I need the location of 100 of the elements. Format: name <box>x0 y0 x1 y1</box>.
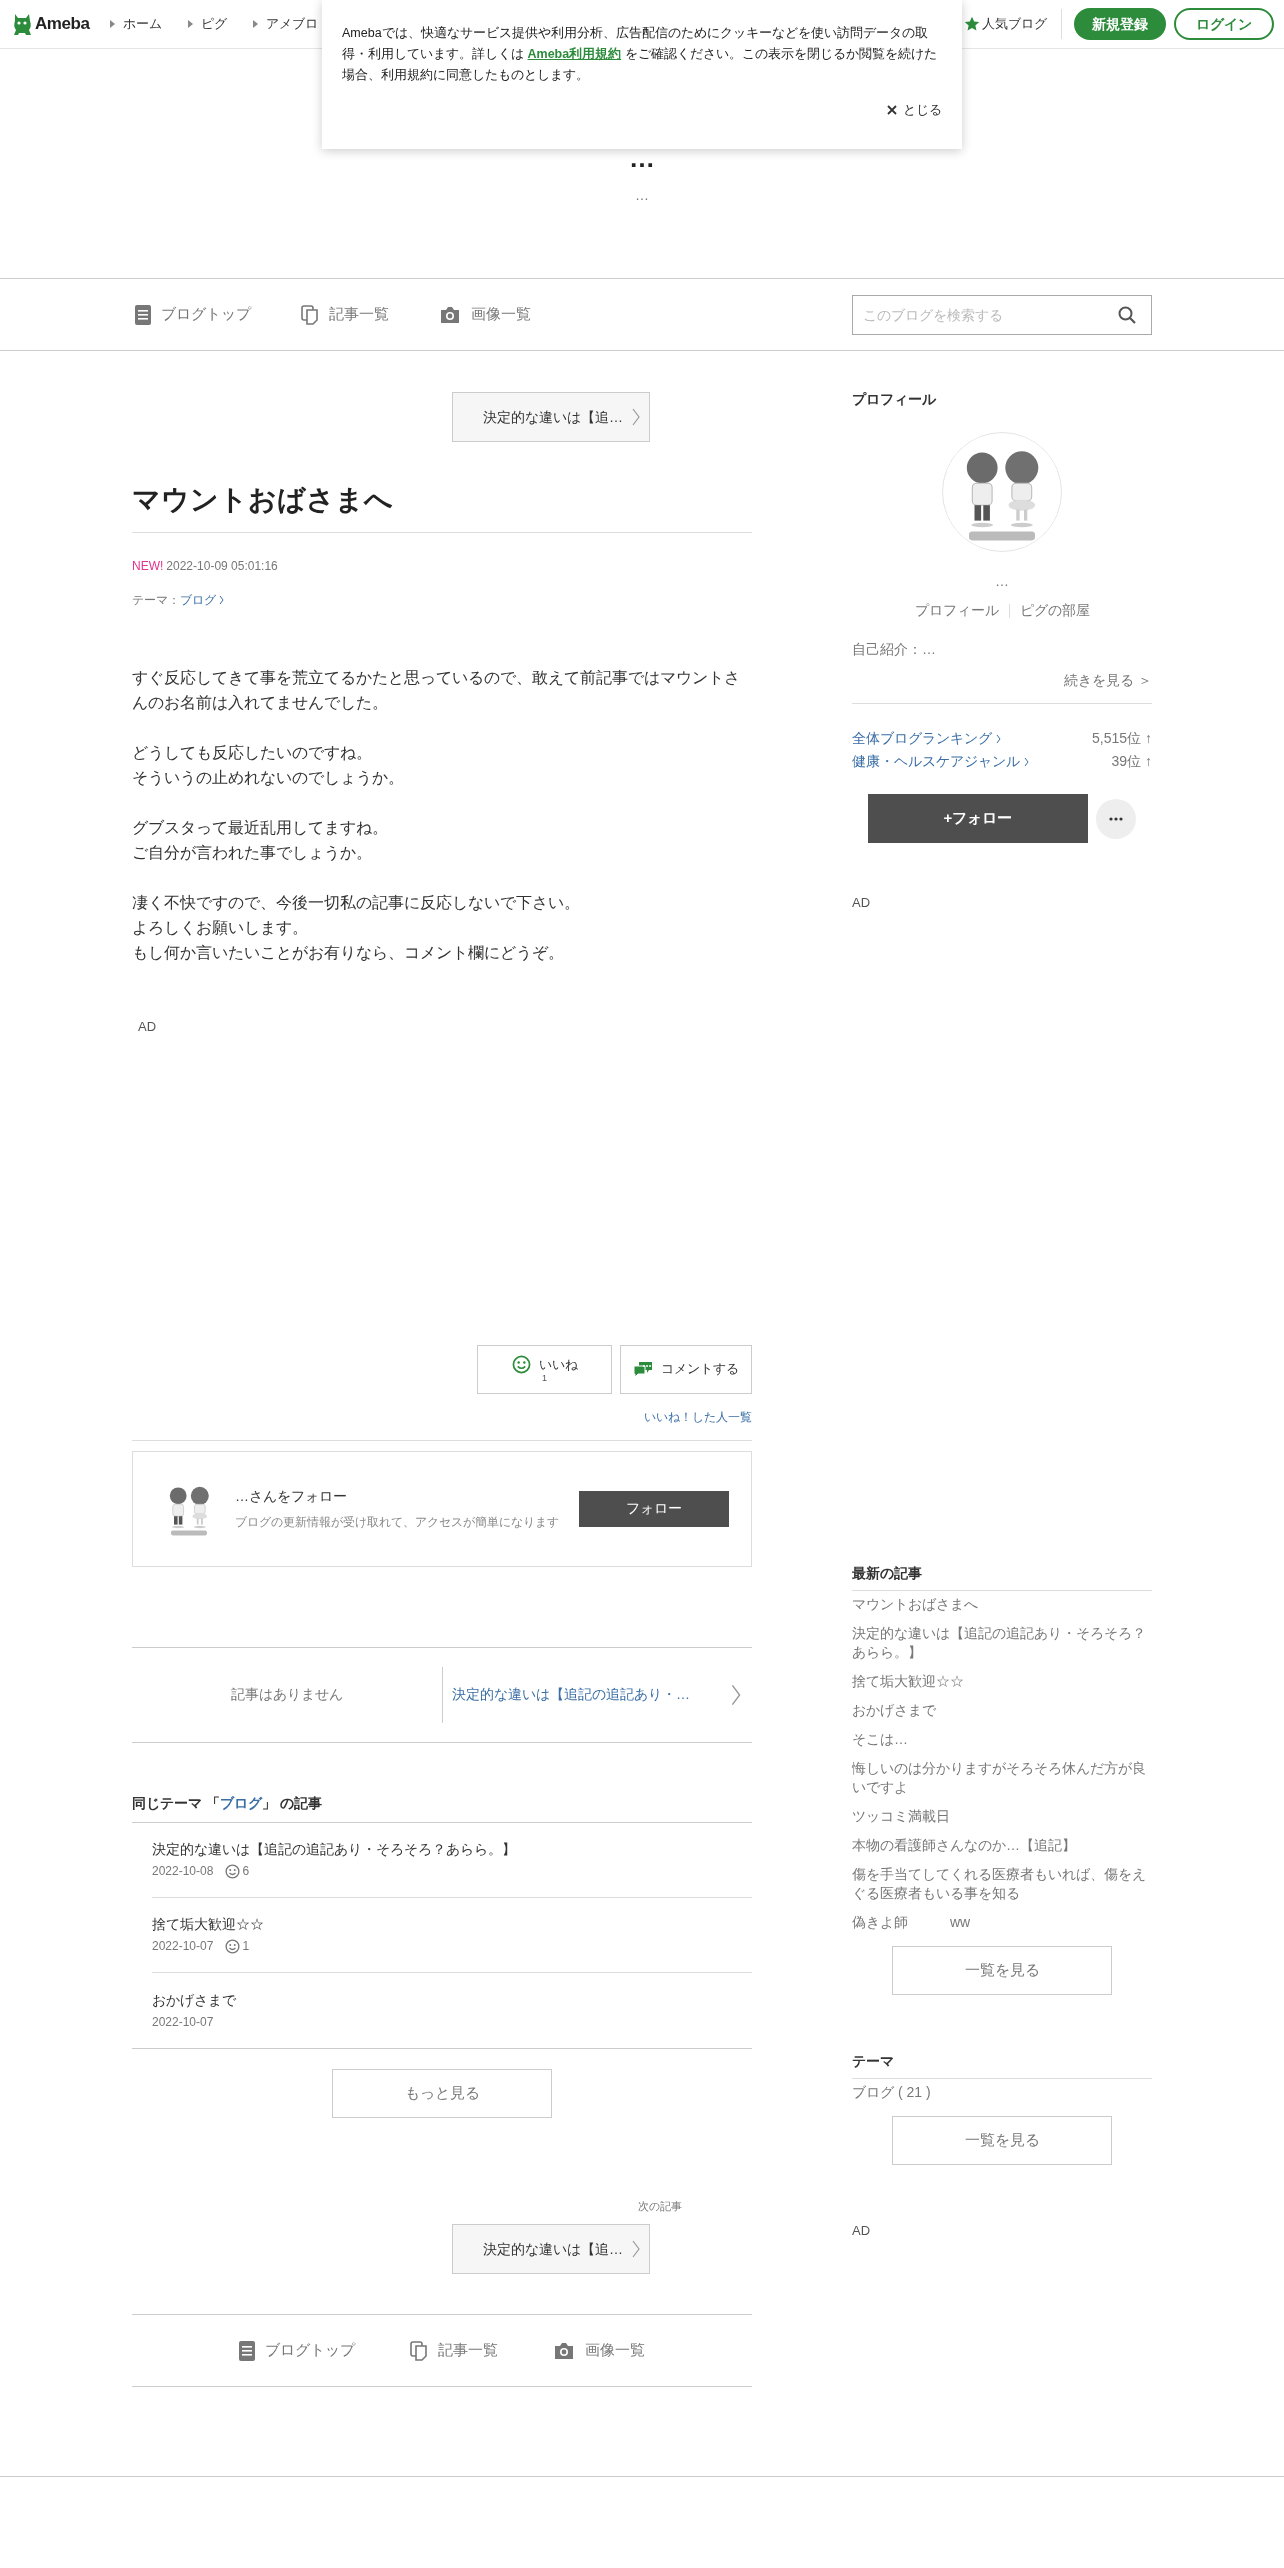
next-article-link[interactable]: 決定的な違いは【追記の追記あり・… <box>443 1682 752 1707</box>
follow-button[interactable]: フォロー <box>579 1490 729 1527</box>
profile-link[interactable]: ピグの部屋 <box>1019 600 1090 621</box>
next-article-button[interactable]: 決定的な違いは【追… <box>452 2224 650 2274</box>
nav-link[interactable]: 画像一覧 <box>439 303 531 326</box>
nav-link[interactable]: 記事一覧 <box>410 2339 498 2362</box>
search-field[interactable]: このブログを検索する <box>852 294 1152 335</box>
latest-article-link[interactable]: マウントおばさまへ <box>852 1594 1152 1614</box>
no-previous-text: 記事はありません <box>231 1685 343 1704</box>
pages-icon <box>301 304 319 325</box>
document-icon <box>239 2340 255 2361</box>
next-article-button[interactable]: 決定的な違いは【追… <box>452 392 650 442</box>
nav-link[interactable]: 記事一覧 <box>301 303 389 326</box>
latest-article-link[interactable]: 悔しいのは分かりますがそろそろ休んだ方が良いですよ <box>852 1758 1152 1797</box>
nav-link[interactable]: ブログトップ <box>135 303 251 326</box>
nav-link[interactable]: アメブロ <box>252 14 318 34</box>
like-count: 1 <box>242 1938 250 1955</box>
comment-icon <box>633 1361 653 1377</box>
latest-article-link[interactable]: 本物の看護師さんなのか…【追記】 <box>852 1835 1152 1855</box>
ad-label: AD <box>852 2221 872 2240</box>
article-date: 2022-10-08 <box>152 1863 214 1880</box>
smile-icon <box>225 1938 241 1954</box>
triangle-icon <box>252 20 258 28</box>
ad-label: AD <box>852 894 872 912</box>
theme-link[interactable]: ブログ <box>219 1794 262 1811</box>
follow-title: …さんをフォロー <box>235 1487 348 1506</box>
profile-heading: プロフィール <box>852 390 937 409</box>
ad-label: AD <box>138 1018 158 1036</box>
body-text: そういうの止めれないのでしょうか。 <box>132 768 405 788</box>
theme-link[interactable]: ブログ <box>180 591 224 609</box>
article-link[interactable]: おかげさまで <box>152 1989 752 2011</box>
body-text: 凄く不快ですので、今後一切私の記事に反応しないで下さい。 <box>132 893 581 913</box>
article-link[interactable]: 捨て垢大歓迎☆☆ <box>152 1914 752 1935</box>
list-button[interactable]: 一覧を見る <box>892 2115 1112 2165</box>
list-button[interactable]: もっと見る <box>332 2068 552 2118</box>
more-icon <box>1109 816 1123 821</box>
follow-button[interactable]: +フォロー <box>868 794 1088 843</box>
section-heading: 最新の記事 <box>852 1563 923 1583</box>
theme-label: テーマ： <box>132 592 180 609</box>
chevron-icon <box>730 1682 742 1707</box>
list-button[interactable]: 一覧を見る <box>892 1945 1112 1995</box>
body-text: どうしても反応したいのですね。 <box>132 743 373 763</box>
like-count: 6 <box>242 1863 250 1880</box>
theme-link[interactable]: ブログ ( 21 ) <box>852 2082 1152 2102</box>
same-theme-heading: 同じテーマ 「ブログ」 の記事 <box>132 1793 323 1813</box>
read-more-link[interactable]: 続きを見る ＞ <box>1064 670 1152 691</box>
popular-blogs-link[interactable]: 人気ブログ <box>964 9 1062 39</box>
terms-link[interactable]: Ameba利用規約 <box>527 47 622 61</box>
article-date: 2022-10-07 <box>152 1938 214 1955</box>
cookie-text: Amebaでは、快適なサービス提供や利用分析、広告配信のためにクッキーなどを使い訪問データの取得・利用しています。詳しくは Ameba利用規約 をご確認ください。この表示を閉じるか閲覧を続けた場合、利用規約に同意したものとします。 <box>342 25 938 84</box>
article-date: 2022-10-07 <box>152 2013 214 2031</box>
login-button[interactable]: ログイン <box>1174 8 1274 40</box>
nav-link[interactable]: 画像一覧 <box>553 2339 645 2362</box>
new-label: NEW! <box>132 558 164 575</box>
follow-description: ブログの更新情報が受け取れて、アクセスが簡単になります <box>235 1514 560 1531</box>
smile-icon <box>225 1863 241 1879</box>
camera-icon <box>439 305 461 324</box>
triangle-icon <box>187 20 193 28</box>
latest-article-link[interactable]: 偽きよ師 ww <box>852 1912 1152 1932</box>
camera-icon <box>553 2341 575 2360</box>
ranking-link[interactable]: 全体ブログランキング <box>852 728 1001 749</box>
nav-link[interactable]: ピグ <box>187 14 227 34</box>
signup-button[interactable]: 新規登録 <box>1074 8 1166 40</box>
latest-article-link[interactable]: 決定的な違いは【追記の追記あり・そろそろ？あらら。】 <box>852 1623 1152 1662</box>
search-icon[interactable] <box>1118 305 1136 324</box>
latest-article-link[interactable]: そこは… <box>852 1729 1152 1749</box>
ranking-value: 5,515位 ↑ <box>1092 729 1152 748</box>
smile-icon <box>511 1355 531 1374</box>
latest-article-link[interactable]: ツッコミ満載日 <box>852 1806 1152 1826</box>
body-text: すぐ反応してきて事を荒立てるかたと思っているので、敢えて前記事ではマウントさんのお名前は入れてませんでした。 <box>132 668 741 713</box>
latest-article-link[interactable]: おかげさまで <box>852 1700 1152 1720</box>
latest-article-link[interactable]: 傷を手当てしてくれる医療者もいれば、傷をえぐる医療者もいる事を知る <box>852 1864 1152 1903</box>
body-text: よろしくお願いします。 <box>132 918 309 938</box>
creature-icon <box>12 12 32 36</box>
post-date: 2022-10-09 05:01:16 <box>166 558 278 575</box>
comment-button[interactable]: コメントする <box>620 1344 752 1394</box>
latest-article-link[interactable]: 捨て垢大歓迎☆☆ <box>852 1671 1152 1691</box>
profile-link[interactable]: プロフィール <box>914 600 999 621</box>
nav-link[interactable]: ホーム <box>109 14 162 34</box>
nav-link[interactable]: ブログトップ <box>239 2339 355 2362</box>
ranking-value: 39位 ↑ <box>1111 752 1152 771</box>
document-icon <box>135 304 151 325</box>
self-introduction: 自己紹介：… <box>852 640 937 659</box>
ranking-link[interactable]: 健康・ヘルスケアジャンル <box>852 751 1029 772</box>
chevron-icon <box>631 2238 641 2260</box>
chevron-icon <box>996 733 1001 744</box>
ameba-logo[interactable]: Ameba <box>12 11 90 37</box>
body-text: ご自分が言われた事でしょうか。 <box>132 843 373 863</box>
article-title: マウントおばさまへ <box>132 483 394 517</box>
profile-name[interactable]: … <box>852 574 1152 588</box>
likers-link[interactable]: いいね！した人一覧 <box>644 1407 752 1426</box>
triangle-icon <box>109 20 115 28</box>
section-heading: テーマ <box>852 2051 895 2071</box>
chevron-icon <box>1024 756 1029 767</box>
close-button[interactable]: とじる <box>887 100 942 120</box>
star-icon <box>964 16 980 32</box>
blog-title[interactable]: … <box>629 145 655 171</box>
like-button[interactable]: いいね 1 <box>477 1344 612 1394</box>
article-link[interactable]: 決定的な違いは【追記の追記あり・そろそろ？あらら。】 <box>152 1839 752 1860</box>
chevron-icon <box>631 406 641 428</box>
